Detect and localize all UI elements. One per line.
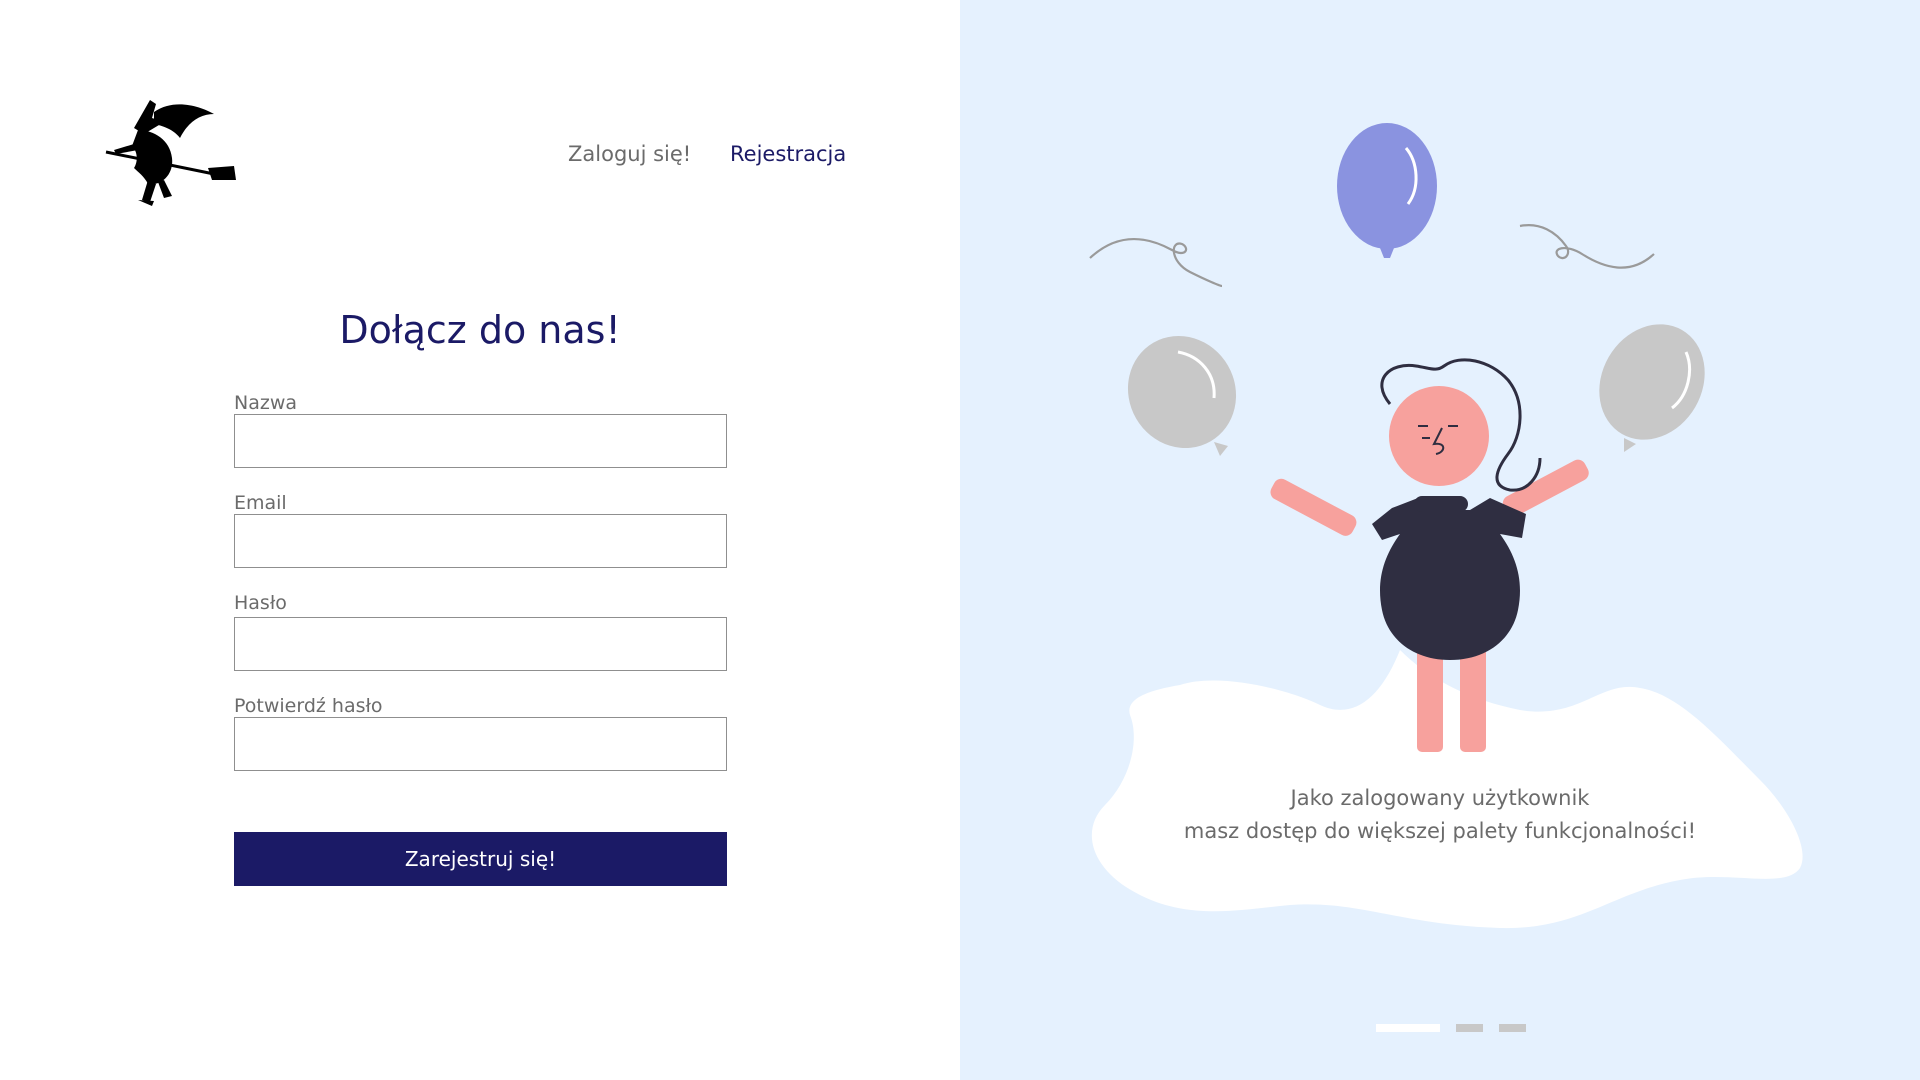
squiggle-right bbox=[1519, 224, 1655, 269]
email-input[interactable] bbox=[234, 514, 727, 568]
promo-line-1: Jako zalogowany użytkownik bbox=[1290, 786, 1590, 810]
squiggle-left bbox=[1089, 237, 1223, 288]
registration-panel: Zaloguj się! Rejestracja Dołącz do nas! … bbox=[0, 0, 960, 1080]
balloon-gray-right bbox=[1599, 324, 1705, 440]
form-title: Dołącz do nas! bbox=[339, 308, 621, 352]
nav-login-link[interactable]: Zaloguj się! bbox=[568, 142, 691, 170]
person-with-balloons-illustration bbox=[1089, 123, 1803, 929]
promo-panel: Jako zalogowany użytkownik masz dostęp d… bbox=[960, 0, 1920, 1080]
carousel-indicator-3[interactable] bbox=[1499, 1024, 1526, 1032]
email-label: Email bbox=[234, 492, 287, 514]
promo-line-2: masz dostęp do większej palety funkcjona… bbox=[1183, 819, 1697, 843]
carousel-indicator-2[interactable] bbox=[1456, 1024, 1483, 1032]
password-label: Hasło bbox=[234, 592, 287, 614]
confirm-password-input[interactable] bbox=[234, 717, 727, 771]
name-label: Nazwa bbox=[234, 392, 298, 414]
name-input[interactable] bbox=[234, 414, 727, 468]
witch-logo-icon[interactable] bbox=[104, 100, 236, 208]
register-submit-button[interactable]: Zarejestruj się! bbox=[234, 832, 727, 886]
balloon-purple bbox=[1337, 123, 1437, 249]
confirm-password-label: Potwierdź hasło bbox=[234, 695, 383, 717]
carousel-indicator-1[interactable] bbox=[1376, 1024, 1440, 1032]
password-input[interactable] bbox=[234, 617, 727, 671]
shirt bbox=[1372, 498, 1526, 660]
balloon-gray-left bbox=[1127, 335, 1237, 449]
nav-register-link[interactable]: Rejestracja bbox=[730, 142, 846, 170]
